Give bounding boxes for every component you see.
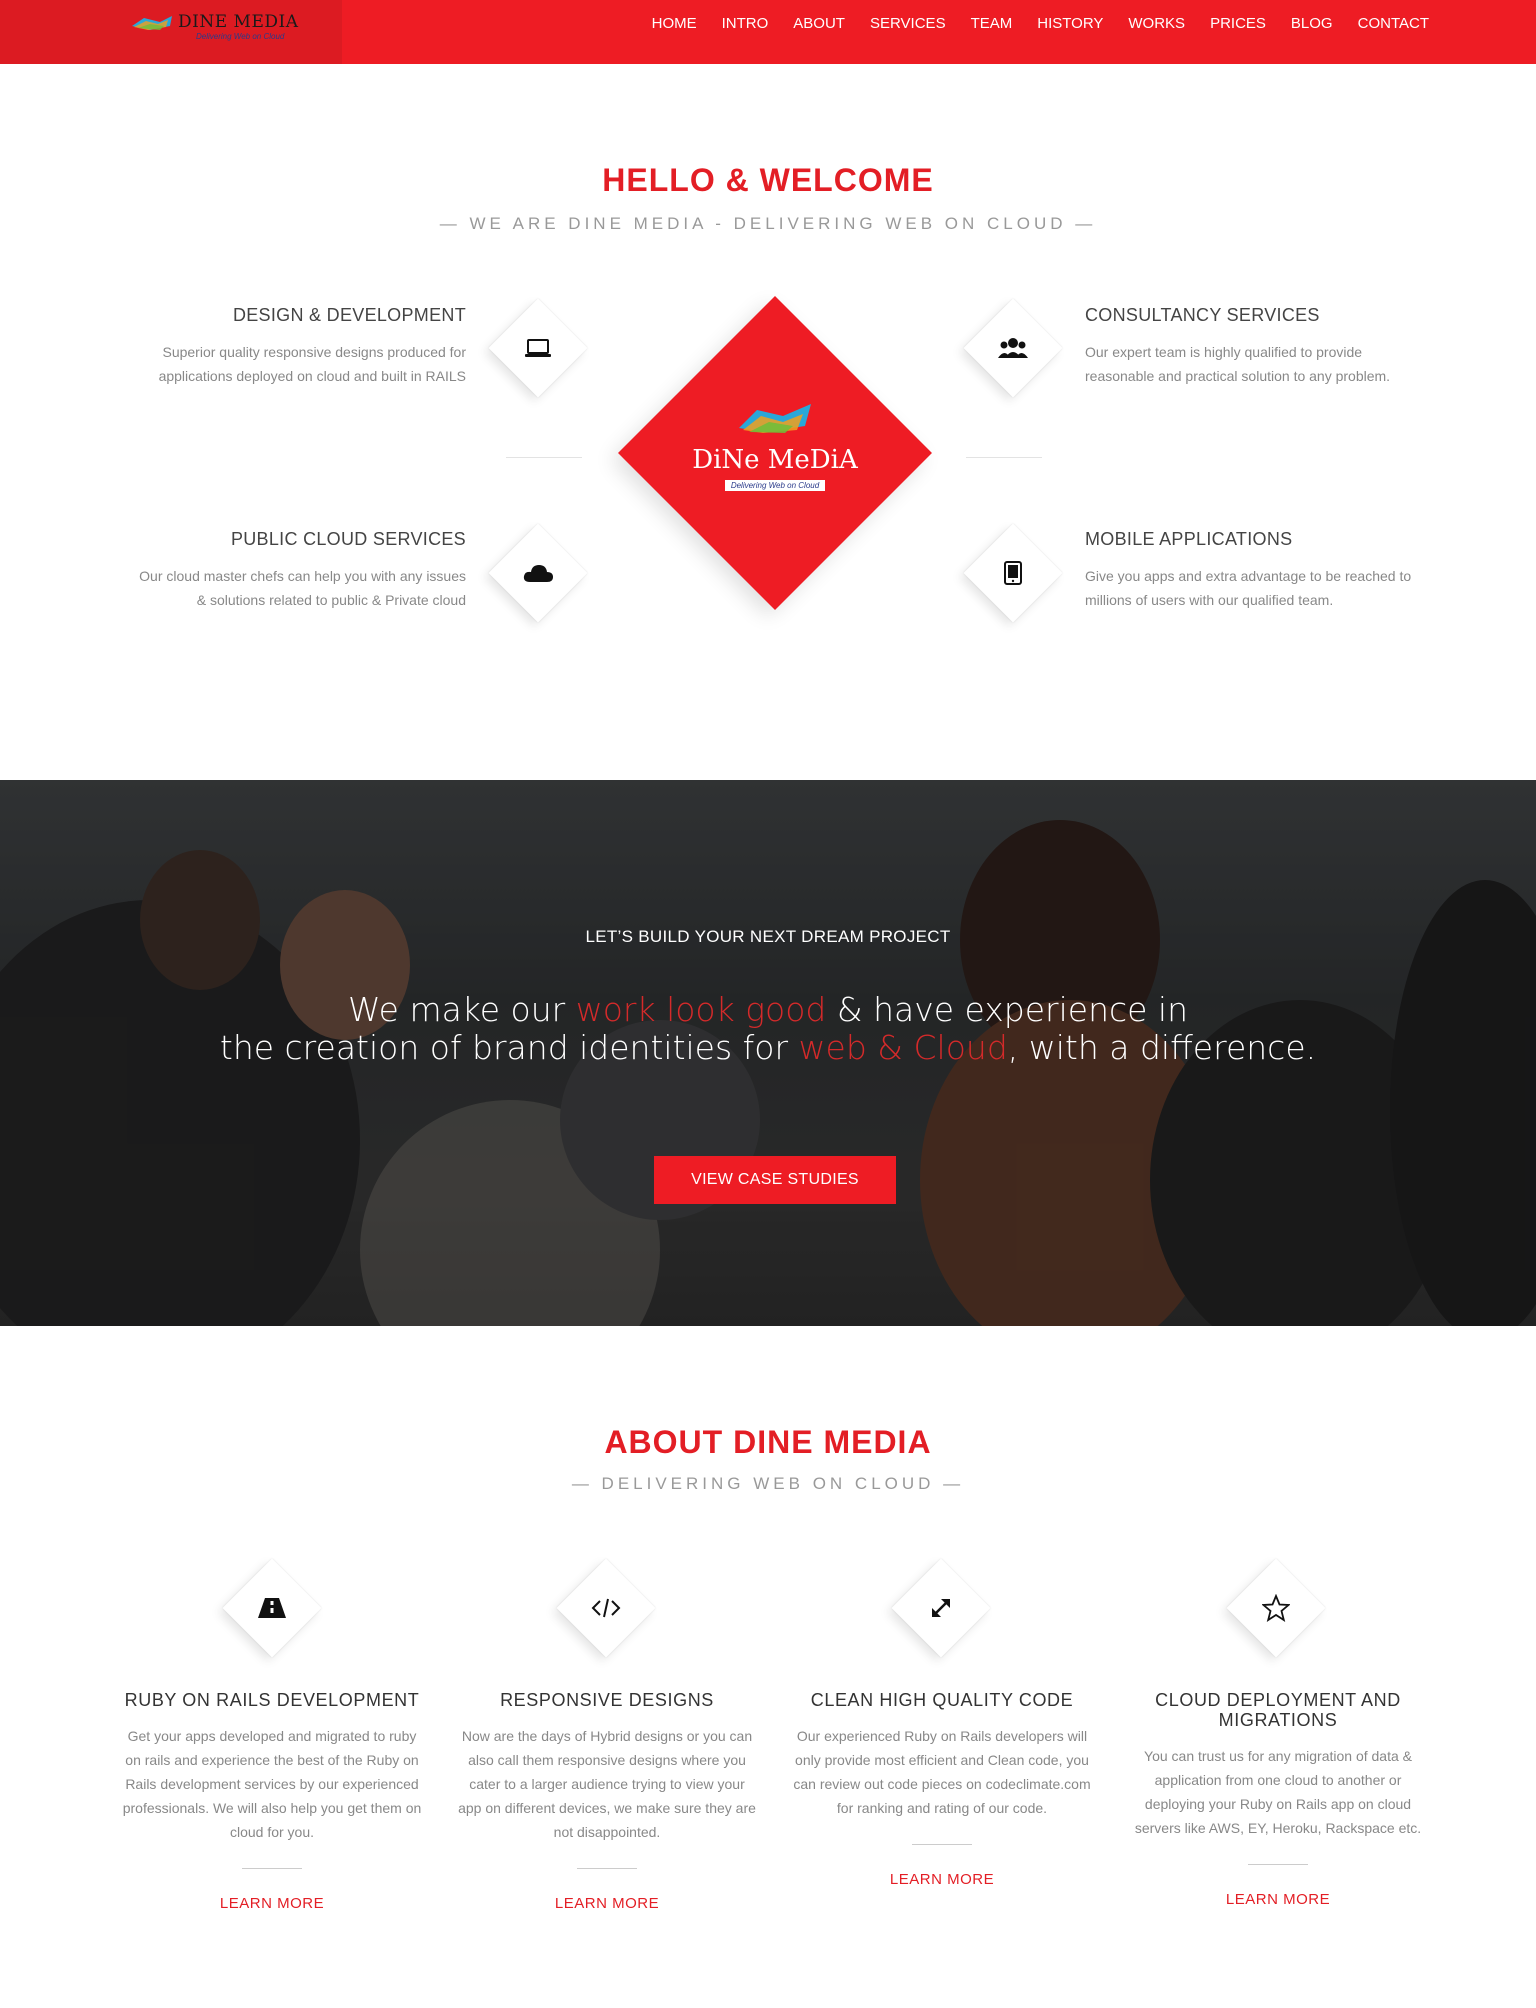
hero-highlight: work look good xyxy=(575,990,827,1029)
about-icon-tile xyxy=(556,1558,656,1658)
top-navbar: DINE MEDIA Delivering Web on Cloud HOME … xyxy=(0,0,1536,64)
feature-title: DESIGN & DEVELOPMENT xyxy=(232,305,466,325)
about-subtitle: — DELIVERING WEB ON CLOUD — xyxy=(571,1474,965,1493)
feature-consultancy: CONSULTANCY SERVICES Our expert team is … xyxy=(1085,305,1425,388)
feature-public-cloud: PUBLIC CLOUD SERVICES Our cloud master c… xyxy=(126,529,466,612)
main-nav: HOME INTRO ABOUT SERVICES TEAM HISTORY W… xyxy=(652,0,1429,46)
about-card-text: Now are the days of Hybrid designs or yo… xyxy=(458,1728,756,1840)
nav-history[interactable]: HISTORY xyxy=(1037,15,1103,32)
about-card-title: CLEAN HIGH QUALITY CODE xyxy=(810,1690,1074,1710)
feature-icon-tile xyxy=(488,298,588,398)
nav-prices[interactable]: PRICES xyxy=(1210,15,1266,32)
center-logo: DiNe MeDiA Delivering Web on Cloud xyxy=(690,400,860,493)
feature-text: Our expert team is highly qualified to p… xyxy=(1085,344,1391,384)
code-icon xyxy=(571,1573,641,1643)
hero-text: & have experience in xyxy=(826,990,1189,1029)
hero-kicker: LET’S BUILD YOUR NEXT DREAM PROJECT xyxy=(585,927,951,946)
about-card-clean-code: CLEAN HIGH QUALITY CODE Our experienced … xyxy=(792,1690,1092,1889)
hero-text: , with a difference. xyxy=(1007,1028,1317,1067)
about-icon-tile xyxy=(891,1558,991,1658)
welcome-subtitle: — WE ARE DINE MEDIA - DELIVERING WEB ON … xyxy=(439,214,1097,233)
users-icon xyxy=(978,313,1048,383)
welcome-title: HELLO & WELCOME xyxy=(602,162,934,198)
nav-blog[interactable]: BLOG xyxy=(1291,15,1333,32)
about-card-title: CLOUD DEPLOYMENT AND MIGRATIONS xyxy=(1155,1690,1401,1730)
about-title: ABOUT DINE MEDIA xyxy=(604,1424,932,1460)
nav-works[interactable]: WORKS xyxy=(1128,15,1185,32)
hero-text: the creation of brand identities for xyxy=(219,1028,799,1067)
about-card-title: RUBY ON RAILS DEVELOPMENT xyxy=(124,1690,420,1710)
about-card-rails: RUBY ON RAILS DEVELOPMENT Get your apps … xyxy=(122,1690,422,1913)
logo-mark-icon xyxy=(132,16,172,30)
logo[interactable]: DINE MEDIA Delivering Web on Cloud xyxy=(0,0,342,64)
learn-more-link[interactable]: LEARN MORE xyxy=(890,1871,994,1888)
hero-highlight: web & Cloud xyxy=(798,1028,1008,1067)
divider-line xyxy=(912,1844,972,1845)
about-icon-tile xyxy=(222,1558,322,1658)
center-logo-word: DiNe MeDiA xyxy=(692,445,858,475)
nav-home[interactable]: HOME xyxy=(652,15,697,32)
expand-icon xyxy=(906,1573,976,1643)
about-card-text: You can trust us for any migration of da… xyxy=(1134,1748,1422,1836)
road-icon xyxy=(237,1573,307,1643)
about-card-title: RESPONSIVE DESIGNS xyxy=(500,1690,714,1710)
divider-line xyxy=(242,1868,302,1869)
about-icon-tile xyxy=(1226,1558,1326,1658)
about-card-text: Our experienced Ruby on Rails developers… xyxy=(793,1728,1091,1816)
learn-more-link[interactable]: LEARN MORE xyxy=(1226,1891,1330,1908)
feature-text: Superior quality responsive designs prod… xyxy=(158,344,466,384)
tablet-icon xyxy=(978,538,1048,608)
feature-design-development: DESIGN & DEVELOPMENT Superior quality re… xyxy=(126,305,466,388)
nav-services[interactable]: SERVICES xyxy=(870,15,946,32)
divider-line xyxy=(966,457,1042,458)
divider-line xyxy=(577,1868,637,1869)
learn-more-link[interactable]: LEARN MORE xyxy=(220,1895,324,1912)
nav-contact[interactable]: CONTACT xyxy=(1358,15,1429,32)
about-card-text: Get your apps developed and migrated to … xyxy=(122,1728,422,1840)
cloud-icon xyxy=(503,538,573,608)
about-card-responsive: RESPONSIVE DESIGNS Now are the days of H… xyxy=(457,1690,757,1913)
hero-headline-1: We make our work look good & have experi… xyxy=(0,990,1536,1029)
logo-tagline: Delivering Web on Cloud xyxy=(196,32,285,41)
divider-line xyxy=(1248,1864,1308,1865)
feature-text: Our cloud master chefs can help you with… xyxy=(139,568,466,608)
feature-mobile-apps: MOBILE APPLICATIONS Give you apps and ex… xyxy=(1085,529,1425,612)
feature-text: Give you apps and extra advantage to be … xyxy=(1085,568,1412,608)
feature-title: PUBLIC CLOUD SERVICES xyxy=(230,529,466,549)
center-logo-tagline: Delivering Web on Cloud xyxy=(724,480,826,491)
hero-text: We make our xyxy=(347,990,576,1029)
nav-intro[interactable]: INTRO xyxy=(722,15,769,32)
star-icon xyxy=(1241,1573,1311,1643)
feature-title: CONSULTANCY SERVICES xyxy=(1085,305,1320,325)
view-case-studies-button[interactable]: VIEW CASE STUDIES xyxy=(654,1156,896,1204)
logo-mark-icon xyxy=(739,404,811,433)
logo-title: DINE MEDIA xyxy=(178,12,299,32)
feature-icon-tile xyxy=(963,523,1063,623)
feature-icon-tile xyxy=(488,523,588,623)
nav-about[interactable]: ABOUT xyxy=(793,15,845,32)
hero-banner: LET’S BUILD YOUR NEXT DREAM PROJECT We m… xyxy=(0,780,1536,1326)
hero-headline-2: the creation of brand identities for web… xyxy=(0,1028,1536,1067)
laptop-icon xyxy=(503,313,573,383)
divider-line xyxy=(506,457,582,458)
feature-icon-tile xyxy=(963,298,1063,398)
learn-more-link[interactable]: LEARN MORE xyxy=(555,1895,659,1912)
feature-title: MOBILE APPLICATIONS xyxy=(1085,529,1293,549)
about-card-cloud-deployment: CLOUD DEPLOYMENT AND MIGRATIONS You can … xyxy=(1128,1690,1428,1909)
nav-team[interactable]: TEAM xyxy=(971,15,1013,32)
